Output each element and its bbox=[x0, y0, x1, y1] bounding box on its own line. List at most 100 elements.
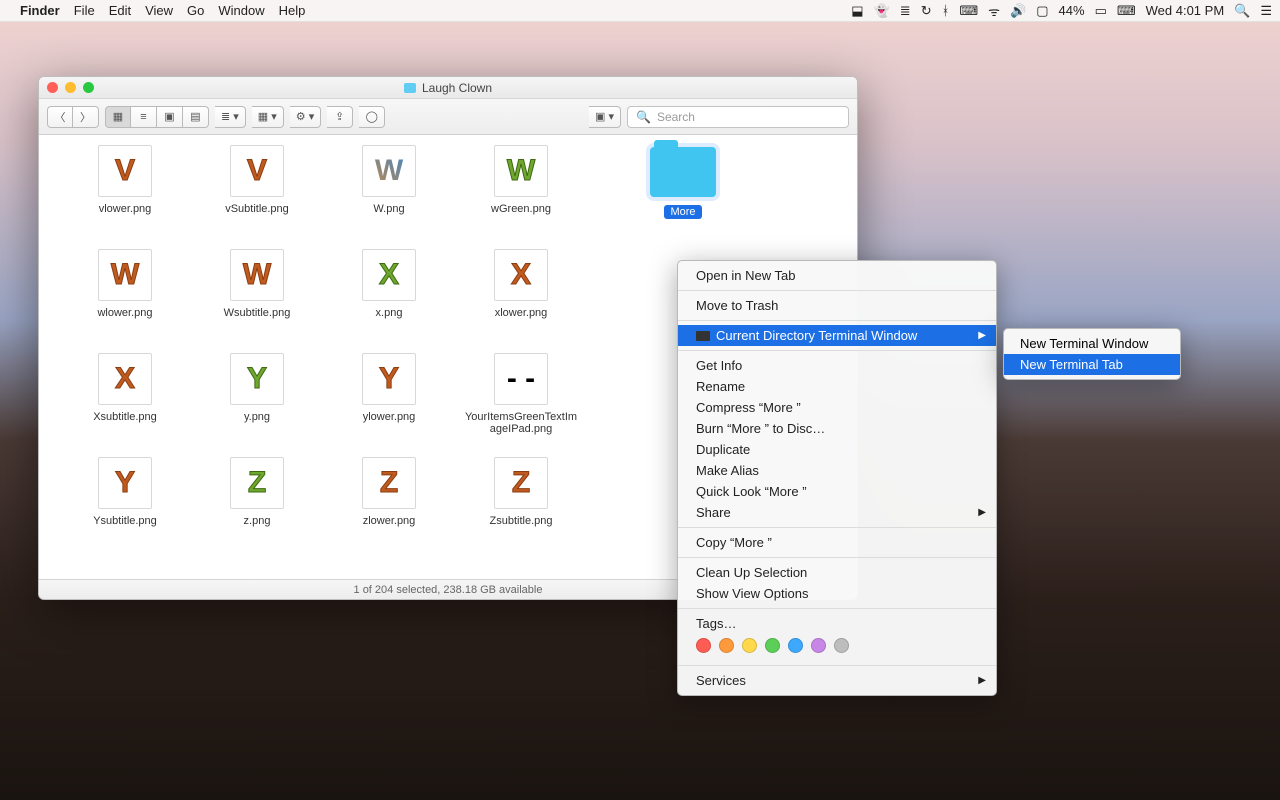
terminal-icon bbox=[696, 331, 710, 341]
keyboard-icon[interactable]: ⌨ bbox=[959, 3, 978, 19]
ctx-rename[interactable]: Rename bbox=[678, 376, 996, 397]
column-view-button[interactable]: ▣ bbox=[157, 106, 183, 128]
file-item[interactable]: Vvlower.png bbox=[59, 145, 191, 249]
separator bbox=[678, 320, 996, 321]
list-icon[interactable]: ≣ bbox=[900, 3, 911, 19]
ctx-share[interactable]: Share ▶ bbox=[678, 502, 996, 523]
file-thumbnail: V bbox=[98, 145, 152, 197]
tags-button[interactable]: ◯ bbox=[359, 106, 385, 128]
notification-center-icon[interactable]: ☰ bbox=[1260, 3, 1272, 19]
search-placeholder: Search bbox=[657, 110, 695, 124]
ctx-quick-look[interactable]: Quick Look “More ” bbox=[678, 481, 996, 502]
ctx-clean-up[interactable]: Clean Up Selection bbox=[678, 562, 996, 583]
file-item[interactable]: VvSubtitle.png bbox=[191, 145, 323, 249]
ctx-move-to-trash[interactable]: Move to Trash bbox=[678, 295, 996, 316]
file-item[interactable]: Xxlower.png bbox=[455, 249, 587, 353]
file-item[interactable]: Zz.png bbox=[191, 457, 323, 561]
forward-button[interactable]: 〉 bbox=[73, 106, 99, 128]
spotlight-icon[interactable]: 🔍 bbox=[1234, 3, 1250, 19]
file-item[interactable]: Yy.png bbox=[191, 353, 323, 457]
menu-view[interactable]: View bbox=[145, 3, 173, 18]
menu-window[interactable]: Window bbox=[218, 3, 264, 18]
file-item[interactable]: Xx.png bbox=[323, 249, 455, 353]
ctx-services-label: Services bbox=[696, 673, 746, 688]
ctx-current-dir-terminal[interactable]: Current Directory Terminal Window ▶ bbox=[678, 325, 996, 346]
tag-color-dot[interactable] bbox=[811, 638, 826, 653]
tag-color-dot[interactable] bbox=[696, 638, 711, 653]
file-name: xlower.png bbox=[495, 307, 548, 319]
file-name: y.png bbox=[244, 411, 270, 423]
file-item[interactable]: XXsubtitle.png bbox=[59, 353, 191, 457]
icon-view-button[interactable]: ▦ bbox=[105, 106, 131, 128]
tag-color-dot[interactable] bbox=[834, 638, 849, 653]
chevron-right-icon: ▶ bbox=[978, 675, 986, 686]
preview-toggle-button[interactable]: ▣ ▾ bbox=[589, 106, 621, 128]
tag-color-dot[interactable] bbox=[788, 638, 803, 653]
window-title-text: Laugh Clown bbox=[422, 81, 492, 95]
ctx-services[interactable]: Services ▶ bbox=[678, 670, 996, 691]
inbox-icon[interactable]: ⬓ bbox=[851, 3, 863, 19]
submenu-new-terminal-window[interactable]: New Terminal Window bbox=[1004, 333, 1180, 354]
arrange-button[interactable]: ≣ ▾ bbox=[215, 106, 246, 128]
wifi-icon[interactable]: ᯤ bbox=[988, 2, 1000, 20]
separator bbox=[678, 290, 996, 291]
file-thumbnail: V bbox=[230, 145, 284, 197]
file-thumbnail: Z bbox=[494, 457, 548, 509]
ctx-duplicate[interactable]: Duplicate bbox=[678, 439, 996, 460]
file-name: wGreen.png bbox=[491, 203, 551, 215]
file-item[interactable]: Wwlower.png bbox=[59, 249, 191, 353]
file-name: Zsubtitle.png bbox=[490, 515, 553, 527]
action-button[interactable]: ⚙ ▾ bbox=[290, 106, 321, 128]
file-item[interactable]: Yylower.png bbox=[323, 353, 455, 457]
volume-icon[interactable]: 🔊 bbox=[1010, 3, 1026, 19]
ctx-burn[interactable]: Burn “More ” to Disc… bbox=[678, 418, 996, 439]
separator bbox=[678, 557, 996, 558]
tag-color-dot[interactable] bbox=[719, 638, 734, 653]
file-name: vSubtitle.png bbox=[225, 203, 289, 215]
ghost-icon[interactable]: 👻 bbox=[874, 3, 890, 19]
file-item[interactable]: WWsubtitle.png bbox=[191, 249, 323, 353]
clock[interactable]: Wed 4:01 PM bbox=[1146, 3, 1225, 18]
file-item[interactable]: - -YourItemsGreenTextImageIPad.png bbox=[455, 353, 587, 457]
group-button[interactable]: ▦ ▾ bbox=[252, 106, 284, 128]
menu-help[interactable]: Help bbox=[279, 3, 306, 18]
window-titlebar[interactable]: Laugh Clown bbox=[39, 77, 857, 99]
ctx-compress[interactable]: Compress “More ” bbox=[678, 397, 996, 418]
back-button[interactable]: 〈 bbox=[47, 106, 73, 128]
ctx-open-new-tab[interactable]: Open in New Tab bbox=[678, 265, 996, 286]
ctx-show-view-options[interactable]: Show View Options bbox=[678, 583, 996, 604]
tag-color-dot[interactable] bbox=[742, 638, 757, 653]
battery-percent[interactable]: 44% bbox=[1059, 3, 1085, 18]
file-name: Wsubtitle.png bbox=[224, 307, 291, 319]
submenu-new-terminal-tab[interactable]: New Terminal Tab bbox=[1004, 354, 1180, 375]
share-button[interactable]: ⇪ bbox=[327, 106, 353, 128]
search-field[interactable]: 🔍 Search bbox=[627, 106, 849, 128]
tag-color-dot[interactable] bbox=[765, 638, 780, 653]
ctx-get-info[interactable]: Get Info bbox=[678, 355, 996, 376]
bluetooth-icon[interactable]: ᚼ bbox=[942, 3, 950, 18]
gallery-view-button[interactable]: ▤ bbox=[183, 106, 209, 128]
file-item[interactable]: Zzlower.png bbox=[323, 457, 455, 561]
nav-back-forward: 〈 〉 bbox=[47, 106, 99, 128]
status-text: 1 of 204 selected, 238.18 GB available bbox=[354, 584, 543, 596]
ctx-tags[interactable]: Tags… bbox=[678, 613, 996, 634]
menu-edit[interactable]: Edit bbox=[109, 3, 131, 18]
timemachine-icon[interactable]: ↻ bbox=[921, 3, 932, 19]
text-input-icon[interactable]: ⌨︎ bbox=[1117, 3, 1136, 19]
file-item[interactable]: YYsubtitle.png bbox=[59, 457, 191, 561]
file-item[interactable]: Z Zsubtitle.png bbox=[455, 457, 587, 561]
folder-icon bbox=[650, 147, 716, 197]
battery-icon[interactable]: ▭ bbox=[1095, 3, 1107, 19]
airplay-icon[interactable]: ▢ bbox=[1036, 3, 1048, 19]
ctx-make-alias[interactable]: Make Alias bbox=[678, 460, 996, 481]
separator bbox=[678, 665, 996, 666]
list-view-button[interactable]: ≡ bbox=[131, 106, 157, 128]
folder-item-selected[interactable]: More bbox=[617, 145, 749, 249]
app-menu[interactable]: Finder bbox=[20, 3, 60, 18]
ctx-copy[interactable]: Copy “More ” bbox=[678, 532, 996, 553]
menu-file[interactable]: File bbox=[74, 3, 95, 18]
menu-go[interactable]: Go bbox=[187, 3, 204, 18]
file-item[interactable]: WW.png bbox=[323, 145, 455, 249]
file-item[interactable]: WwGreen.png bbox=[455, 145, 587, 249]
file-name: z.png bbox=[244, 515, 271, 527]
